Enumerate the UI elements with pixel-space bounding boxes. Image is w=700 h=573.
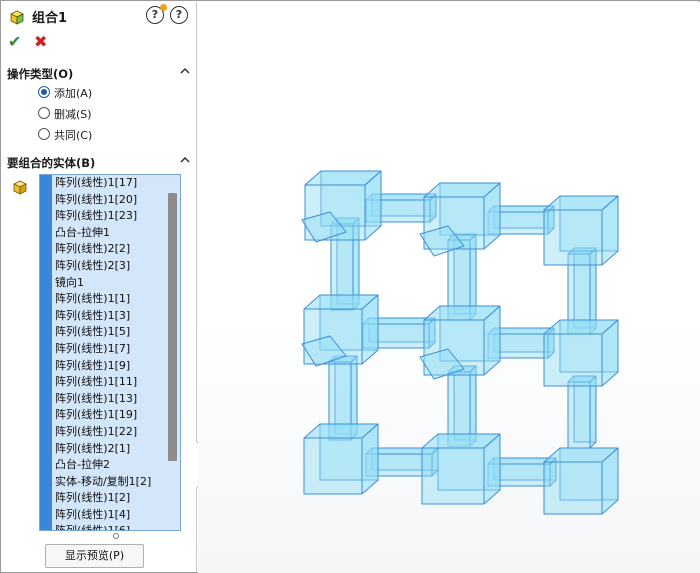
- selection-accent-bar: [40, 175, 52, 530]
- list-item[interactable]: 阵列(线性)1[1]: [55, 291, 163, 308]
- solid-body-icon: [13, 180, 27, 195]
- vertical-rod-5-front: [567, 381, 591, 449]
- list-item[interactable]: 镜向1: [55, 275, 163, 292]
- list-item[interactable]: 阵列(线性)1[5]: [55, 324, 163, 341]
- new-indicator-icon: [160, 4, 167, 11]
- list-item[interactable]: 阵列(线性)1[2]: [55, 490, 163, 507]
- radio-label: 添加(A): [54, 87, 93, 100]
- panel-title: 组合1: [32, 11, 68, 26]
- list-item[interactable]: 阵列(线性)1[19]: [55, 407, 163, 424]
- list-item[interactable]: 凸台-拉伸2: [55, 457, 163, 474]
- section-title: 要组合的实体(B): [7, 156, 96, 170]
- combine-feature-icon: [10, 10, 24, 25]
- window-frame: 组合1 ? ? ✔ ✖ 操作类型(O) 添加(A) 删减(S) 共同(C) 要组…: [0, 0, 700, 573]
- graphics-viewport[interactable]: [198, 2, 700, 573]
- bodies-list-items: 阵列(线性)1[17] 阵列(线性)1[20] 阵列(线性)1[23] 凸台-拉伸1 阵…: [55, 175, 163, 530]
- list-item[interactable]: 阵列(线性)1[13]: [55, 391, 163, 408]
- chevron-up-icon[interactable]: [180, 155, 190, 165]
- list-item[interactable]: 阵列(线性)2[2]: [55, 241, 163, 258]
- list-item[interactable]: 阵列(线性)1[11]: [55, 374, 163, 391]
- list-item[interactable]: 阵列(线性)1[20]: [55, 192, 163, 209]
- list-item[interactable]: 阵列(线性)1[3]: [55, 308, 163, 325]
- property-manager-panel: 组合1 ? ? ✔ ✖ 操作类型(O) 添加(A) 删减(S) 共同(C) 要组…: [2, 2, 197, 572]
- cube-6-front: [303, 437, 363, 495]
- cube-2-front: [543, 209, 603, 266]
- show-preview-button[interactable]: 显示预览(P): [45, 544, 144, 568]
- list-item[interactable]: 阵列(线性)1[4]: [55, 507, 163, 524]
- list-item[interactable]: 实体-移动/复制1[2]: [55, 474, 163, 491]
- ok-button[interactable]: ✔: [8, 33, 26, 51]
- list-item[interactable]: 凸台-拉伸1: [55, 225, 163, 242]
- radio-label: 共同(C): [54, 129, 93, 142]
- question-icon: ?: [151, 8, 159, 21]
- checkmark-icon: ✔: [8, 32, 22, 51]
- help-button[interactable]: ?: [170, 6, 188, 24]
- resize-grip-icon[interactable]: [112, 532, 120, 540]
- chevron-up-icon[interactable]: [180, 66, 190, 76]
- list-item[interactable]: 阵列(线性)1[17]: [55, 175, 163, 192]
- radio-button[interactable]: [38, 107, 50, 119]
- radio-button-selected[interactable]: [38, 86, 50, 98]
- question-icon: ?: [175, 8, 183, 21]
- cube-5-front: [543, 333, 603, 387]
- bodies-selection-list[interactable]: 阵列(线性)1[17] 阵列(线性)1[20] 阵列(线性)1[23] 凸台-拉伸1 阵…: [39, 174, 181, 531]
- list-item[interactable]: 阵列(线性)1[7]: [55, 341, 163, 358]
- list-item[interactable]: 阵列(线性)1[6]: [55, 523, 163, 530]
- vertical-rod-5-side: [589, 375, 597, 449]
- list-item[interactable]: 阵列(线性)2[1]: [55, 441, 163, 458]
- cube-8-front: [543, 461, 603, 515]
- operation-type-section-header[interactable]: 操作类型(O): [2, 63, 197, 83]
- cancel-button[interactable]: ✖: [34, 33, 52, 51]
- bodies-section-header[interactable]: 要组合的实体(B): [2, 152, 197, 172]
- list-scrollbar[interactable]: [168, 193, 177, 461]
- list-item[interactable]: 阵列(线性)1[22]: [55, 424, 163, 441]
- panel-title-row: 组合1 ? ?: [2, 2, 197, 30]
- radio-label: 删减(S): [54, 108, 92, 121]
- lattice-model: [301, 170, 619, 515]
- whats-new-help-button[interactable]: ?: [146, 4, 167, 24]
- list-item[interactable]: 阵列(线性)2[3]: [55, 258, 163, 275]
- cube-7-front: [421, 447, 485, 505]
- radio-button[interactable]: [38, 128, 50, 140]
- list-item[interactable]: 阵列(线性)1[23]: [55, 208, 163, 225]
- section-title: 操作类型(O): [7, 67, 74, 81]
- list-item[interactable]: 阵列(线性)1[9]: [55, 358, 163, 375]
- close-icon: ✖: [34, 32, 48, 51]
